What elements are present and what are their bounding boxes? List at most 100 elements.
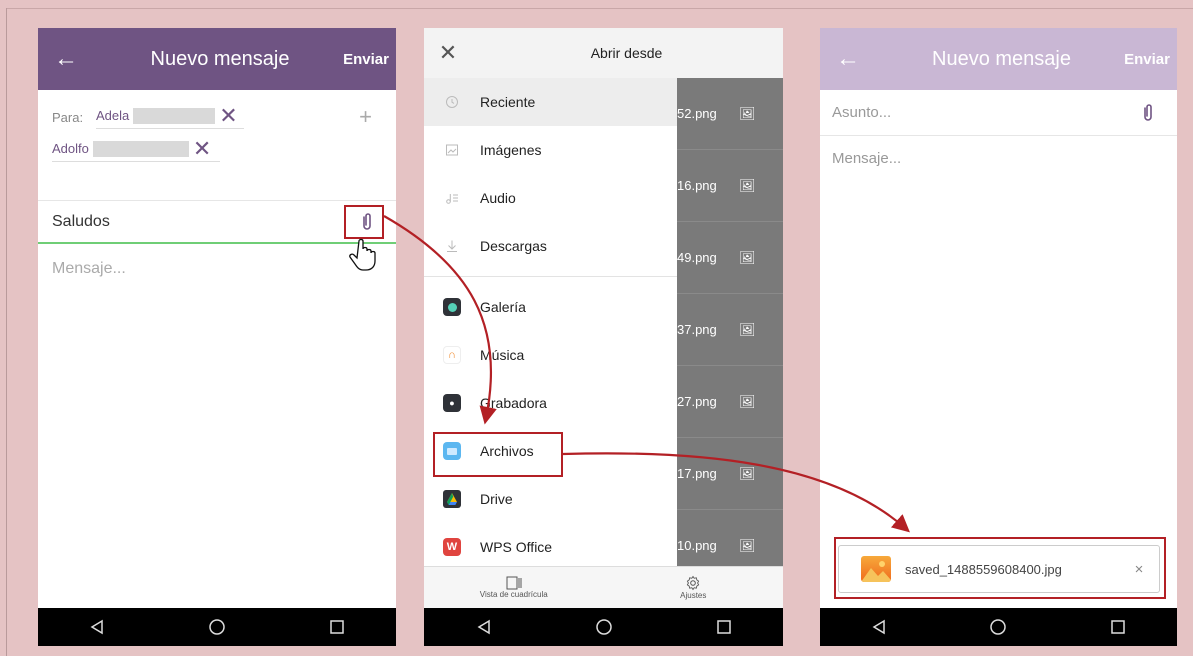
- gallery-app-icon: [424, 298, 480, 316]
- recipient-chip-adela[interactable]: Adela ✕: [96, 103, 244, 129]
- drawer-item-label: Drive: [480, 491, 513, 507]
- message-placeholder[interactable]: Mensaje...: [38, 244, 396, 294]
- open-from-screen: 52.png 🖼 16.png 🖼 49.png 🖼 37.png 🖼 27.png 🖼 …: [424, 28, 783, 646]
- close-icon[interactable]: ✕: [424, 40, 472, 66]
- frame-border-top: [6, 8, 1193, 9]
- back-arrow-icon[interactable]: ←: [38, 45, 94, 73]
- compose-appbar: ← Nuevo mensaje Enviar: [38, 28, 396, 90]
- drawer-app-recorder[interactable]: ● Grabadora: [424, 379, 677, 427]
- drawer-item-label: Archivos: [480, 443, 534, 459]
- drawer-item-label: Reciente: [480, 94, 536, 110]
- settings-label: Ajustes: [680, 591, 707, 600]
- drawer-app-wps[interactable]: W WPS Office: [424, 523, 677, 571]
- drive-app-icon: [424, 490, 480, 508]
- drawer-app-music[interactable]: ∩ Música: [424, 331, 677, 379]
- image-file-icon: 🖼: [739, 321, 756, 337]
- drawer-item-label: WPS Office: [480, 539, 553, 555]
- file-row[interactable]: 52.png 🖼: [677, 78, 783, 150]
- home-circle-icon[interactable]: [595, 618, 613, 636]
- compose-screen-left: ← Nuevo mensaje Enviar Para: Adela ✕ Ado…: [38, 28, 396, 646]
- file-row[interactable]: 49.png 🖼: [677, 222, 783, 294]
- drawer-app-gallery[interactable]: Galería: [424, 283, 677, 331]
- subject-field[interactable]: Saludos: [38, 200, 396, 244]
- drawer-item-recent[interactable]: Reciente: [424, 78, 677, 126]
- image-file-icon: 🖼: [739, 393, 756, 409]
- drawer-divider: [424, 276, 677, 277]
- file-row[interactable]: 27.png 🖼: [677, 366, 783, 438]
- redacted-box: [133, 107, 216, 124]
- grid-view-icon: [506, 576, 522, 590]
- compose-screen-right: ← Nuevo mensaje Enviar Asunto... Mensaje…: [820, 28, 1177, 646]
- drawer-header: ✕ Abrir desde: [424, 28, 677, 78]
- file-row[interactable]: 17.png 🖼: [677, 438, 783, 510]
- image-file-icon: 🖼: [739, 177, 756, 193]
- remove-attachment-icon[interactable]: ×: [1119, 561, 1159, 578]
- home-circle-icon[interactable]: [989, 618, 1007, 636]
- recipients-area[interactable]: Para: Adela ✕ Adolfo ✕ +: [38, 90, 396, 200]
- attachment-filename: saved_1488559608400.jpg: [905, 561, 1062, 577]
- clock-icon: [424, 95, 480, 109]
- image-file-icon: 🖼: [739, 465, 756, 481]
- message-placeholder[interactable]: Mensaje...: [820, 136, 1177, 181]
- drawer-item-label: Imágenes: [480, 142, 542, 158]
- remove-recipient-icon[interactable]: ✕: [193, 137, 211, 160]
- recorder-app-icon: ●: [424, 394, 480, 412]
- drawer-item-label: Audio: [480, 190, 516, 206]
- recents-square-icon[interactable]: [1110, 619, 1126, 635]
- recents-square-icon[interactable]: [329, 619, 345, 635]
- add-recipient-icon[interactable]: +: [359, 104, 372, 130]
- music-note-icon: [424, 191, 480, 205]
- subject-text: Saludos: [52, 212, 110, 230]
- paperclip-icon[interactable]: [1137, 102, 1159, 124]
- recipient-chip-adolfo[interactable]: Adolfo ✕: [52, 136, 220, 162]
- source-drawer: ✕ Abrir desde Reciente Imágenes Audio De…: [424, 28, 677, 608]
- drawer-item-audio[interactable]: Audio: [424, 174, 677, 222]
- android-nav-bar: [820, 608, 1177, 646]
- wps-office-app-icon: W: [424, 538, 480, 556]
- recents-square-icon[interactable]: [716, 619, 732, 635]
- file-list-background: 52.png 🖼 16.png 🖼 49.png 🖼 37.png 🖼 27.png 🖼 …: [677, 78, 783, 582]
- grid-view-label: Vista de cuadrícula: [479, 590, 548, 599]
- gear-icon: [687, 575, 700, 591]
- android-nav-bar: [38, 608, 396, 646]
- attachment-chip[interactable]: saved_1488559608400.jpg ×: [838, 545, 1160, 593]
- subject-field[interactable]: Asunto...: [820, 90, 1177, 136]
- image-file-icon: 🖼: [739, 105, 756, 121]
- file-row[interactable]: 37.png 🖼: [677, 294, 783, 366]
- drawer-item-label: Grabadora: [480, 395, 547, 411]
- back-triangle-icon[interactable]: [871, 619, 887, 635]
- drawer-item-downloads[interactable]: Descargas: [424, 222, 677, 270]
- back-triangle-icon[interactable]: [476, 619, 492, 635]
- image-thumbnail-icon: [861, 556, 891, 582]
- to-label: Para:: [52, 110, 84, 125]
- file-row[interactable]: 16.png 🖼: [677, 150, 783, 222]
- drawer-item-label: Galería: [480, 299, 526, 315]
- download-icon: [424, 239, 480, 253]
- send-button[interactable]: Enviar: [336, 51, 396, 68]
- remove-recipient-icon[interactable]: ✕: [219, 104, 237, 127]
- image-file-icon: 🖼: [739, 249, 756, 265]
- compose-appbar-faded: ← Nuevo mensaje Enviar: [820, 28, 1177, 90]
- drawer-item-label: Descargas: [480, 238, 547, 254]
- subject-placeholder: Asunto...: [832, 104, 892, 121]
- drawer-title: Abrir desde: [590, 45, 663, 61]
- send-button[interactable]: Enviar: [1117, 51, 1177, 68]
- home-circle-icon[interactable]: [208, 618, 226, 636]
- compose-title: Nuevo mensaje: [150, 47, 290, 70]
- drawer-app-drive[interactable]: Drive: [424, 475, 677, 523]
- recipient-name: Adolfo: [52, 141, 89, 156]
- settings-button[interactable]: Ajustes: [604, 567, 784, 608]
- android-nav-bar: [424, 608, 783, 646]
- compose-title: Nuevo mensaje: [932, 47, 1071, 70]
- drawer-app-files[interactable]: Archivos: [424, 427, 677, 475]
- grid-view-button[interactable]: Vista de cuadrícula: [424, 567, 604, 608]
- back-triangle-icon[interactable]: [89, 619, 105, 635]
- image-icon: [424, 143, 480, 157]
- drawer-item-images[interactable]: Imágenes: [424, 126, 677, 174]
- back-arrow-icon[interactable]: ←: [820, 45, 876, 73]
- redacted-box: [92, 140, 189, 157]
- frame-border-left: [6, 8, 7, 656]
- headphones-app-icon: ∩: [424, 346, 480, 364]
- paperclip-icon[interactable]: [356, 211, 378, 233]
- image-file-icon: 🖼: [739, 537, 756, 553]
